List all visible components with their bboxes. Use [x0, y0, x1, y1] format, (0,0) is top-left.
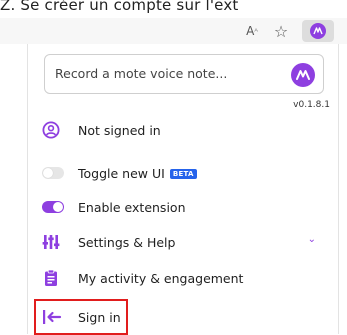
- browser-toolbar: Aᴬ ☆: [0, 18, 347, 44]
- extension-popup: Record a mote voice note... v0.1.8.1 Not…: [27, 44, 339, 335]
- read-aloud-icon[interactable]: Aᴬ: [239, 21, 265, 41]
- signin-item[interactable]: Sign in: [42, 305, 332, 329]
- settings-help-label: Settings & Help: [78, 234, 176, 250]
- mote-logo-icon: [310, 23, 326, 39]
- version-label: v0.1.8.1: [293, 100, 330, 110]
- beta-badge: BETA: [169, 169, 197, 179]
- activity-label: My activity & engagement: [78, 270, 244, 286]
- record-button[interactable]: [291, 63, 315, 87]
- enable-extension-label: Enable extension: [78, 199, 186, 215]
- enable-extension-row[interactable]: Enable extension: [42, 195, 332, 219]
- sign-in-arrow-icon: [43, 310, 62, 324]
- toggle-new-ui-label: Toggle new UI BETA: [78, 166, 197, 181]
- settings-help-item[interactable]: Settings & Help ⌄: [42, 230, 332, 254]
- activity-item[interactable]: My activity & engagement: [42, 266, 332, 290]
- clipboard-icon: [45, 269, 57, 286]
- enable-extension-toggle[interactable]: [42, 201, 64, 213]
- record-voice-note-field[interactable]: Record a mote voice note...: [44, 54, 324, 94]
- chevron-down-icon[interactable]: ⌄: [308, 234, 316, 245]
- account-status: Not signed in: [42, 118, 332, 142]
- mote-extension-button[interactable]: [302, 20, 334, 42]
- page-heading-fragment: Z. Se créer un compte sur l'ext: [0, 0, 239, 14]
- signin-label: Sign in: [78, 309, 121, 325]
- mote-logo-icon: [296, 70, 310, 80]
- sliders-icon: [42, 235, 60, 249]
- favorite-star-icon[interactable]: ☆: [268, 21, 294, 41]
- user-circle-icon: [42, 121, 60, 139]
- account-status-label: Not signed in: [78, 122, 161, 138]
- record-placeholder: Record a mote voice note...: [55, 66, 228, 81]
- toggle-new-ui-row[interactable]: Toggle new UI BETA: [42, 161, 332, 185]
- new-ui-toggle[interactable]: [42, 167, 64, 179]
